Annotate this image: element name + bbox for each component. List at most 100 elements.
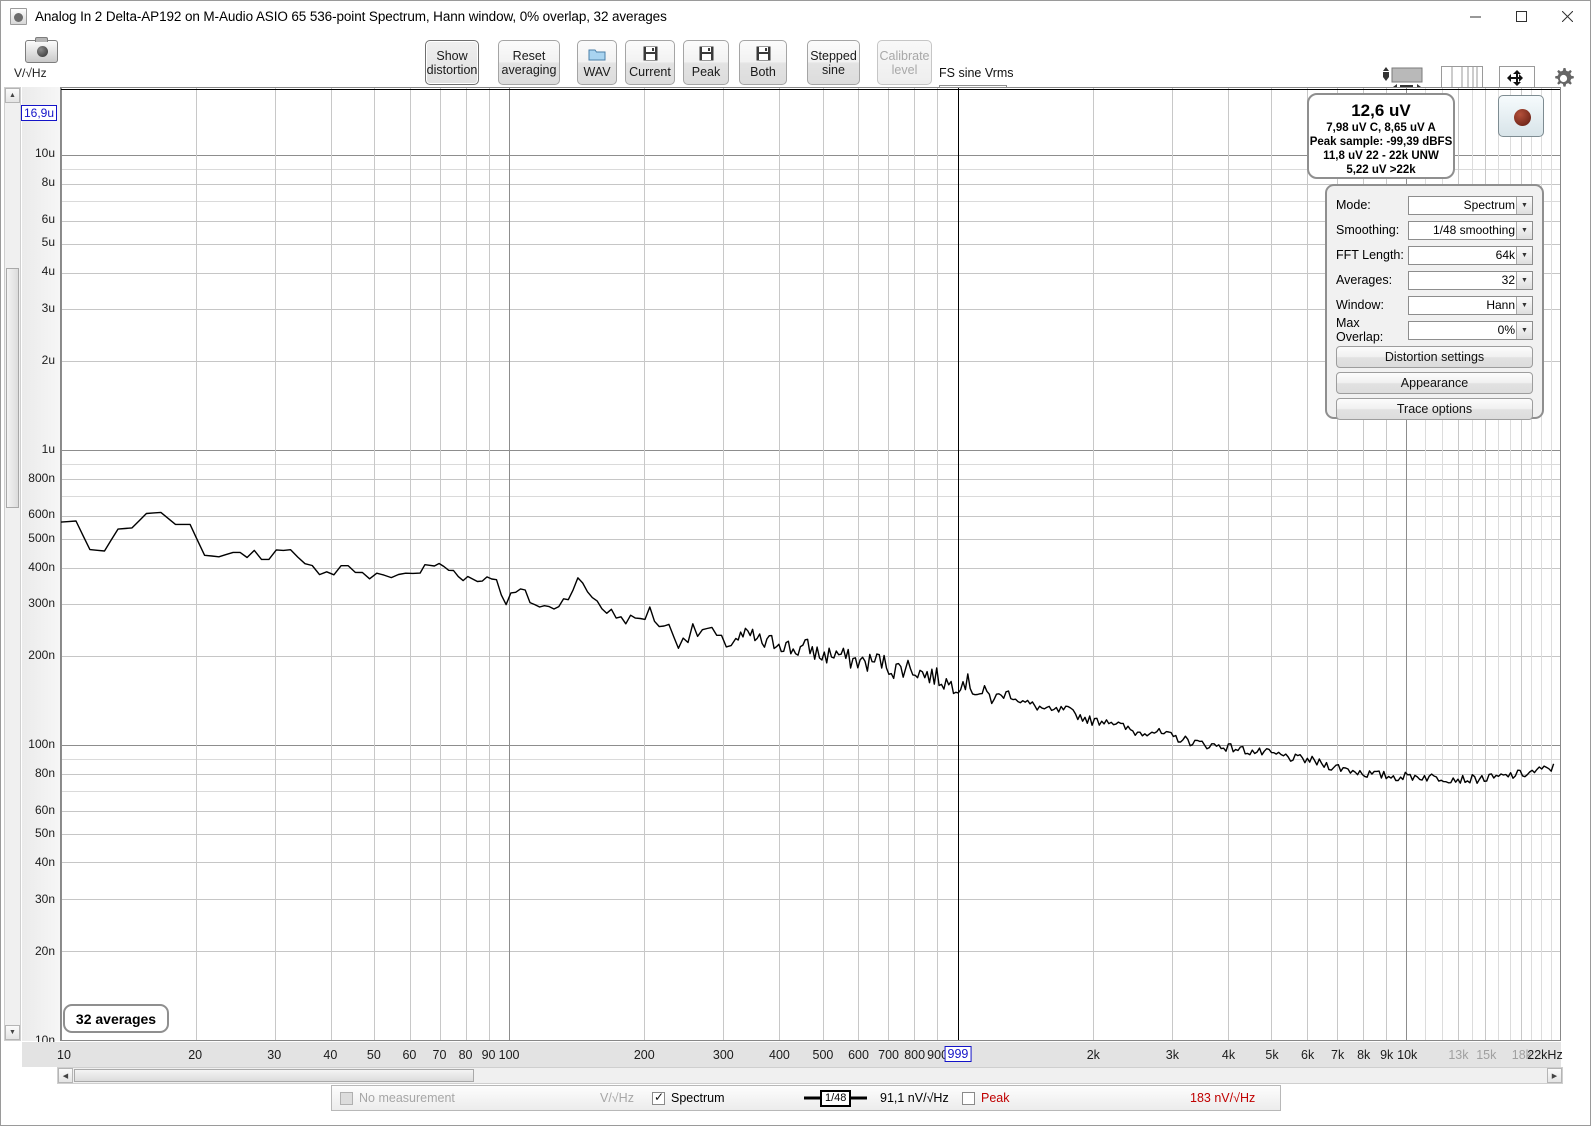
- max-overlap-label: Max Overlap:: [1336, 316, 1384, 344]
- averages-value: 32: [1501, 273, 1515, 287]
- scroll-down-button[interactable]: ▼: [5, 1025, 20, 1040]
- max-overlap-select[interactable]: 0% ▼: [1408, 320, 1533, 340]
- smoothing-label: Smoothing:: [1336, 223, 1400, 237]
- readout-main-value: 12,6 uV: [1351, 101, 1411, 120]
- camera-icon[interactable]: [25, 37, 58, 63]
- trace-options-button[interactable]: Trace options: [1336, 398, 1533, 420]
- spectrum-settings-panel: Mode: Spectrum ▼ Smoothing: 1/48 smoothi…: [1325, 184, 1544, 420]
- record-button[interactable]: [1498, 95, 1544, 137]
- x-tick-label: 400: [769, 1048, 790, 1062]
- status-bar: No measurement V/√Hz Spectrum 1/48 91,1 …: [331, 1085, 1281, 1111]
- appearance-button[interactable]: Appearance: [1336, 372, 1533, 394]
- save-icon: [756, 46, 771, 64]
- chevron-down-icon[interactable]: ▼: [1516, 221, 1532, 239]
- maximize-button[interactable]: [1498, 1, 1544, 32]
- spectrum-item[interactable]: Spectrum: [652, 1090, 725, 1105]
- x-tick-label: 22kHz: [1527, 1048, 1563, 1062]
- calibrate-level-line2: level: [891, 62, 918, 77]
- reset-averaging-line2: averaging: [501, 62, 557, 77]
- peak-button[interactable]: Peak: [683, 40, 729, 85]
- x-tick-label: 200: [633, 1048, 655, 1062]
- horizontal-scroll-thumb[interactable]: [74, 1069, 474, 1082]
- save-icon: [643, 46, 658, 64]
- averages-label: Averages:: [1336, 273, 1393, 287]
- max-overlap-value: 0%: [1497, 323, 1515, 337]
- readout-peak-sample: Peak sample: -99,39 dBFS: [1309, 136, 1453, 148]
- peak-item[interactable]: Peak: [962, 1091, 1010, 1105]
- title-bar: Analog In 2 Delta-AP192 on M-Audio ASIO …: [1, 1, 1590, 32]
- setting-row-window: Window: Hann ▼: [1336, 293, 1533, 317]
- x-tick-label: 60: [402, 1048, 417, 1062]
- scroll-right-button[interactable]: ▶: [1547, 1068, 1562, 1083]
- setting-row-max-overlap: Max Overlap: 0% ▼: [1336, 316, 1533, 344]
- setting-row-fft-length: FFT Length: 64k ▼: [1336, 243, 1533, 267]
- readout-weighted-values: 7,98 uV C, 8,65 uV A: [1326, 122, 1436, 134]
- scroll-left-button[interactable]: ◀: [58, 1068, 73, 1083]
- window-select[interactable]: Hann ▼: [1408, 295, 1533, 315]
- minimize-button[interactable]: [1452, 1, 1498, 32]
- y-tick-label: 2u: [41, 352, 55, 367]
- current-label: Current: [629, 65, 671, 79]
- spectrum-analyzer-window: Analog In 2 Delta-AP192 on M-Audio ASIO …: [0, 0, 1591, 1126]
- y-tick-label: 10u: [34, 146, 55, 161]
- window-title: Analog In 2 Delta-AP192 on M-Audio ASIO …: [35, 9, 667, 24]
- y-tick-label: 20n: [34, 944, 55, 959]
- fft-length-label: FFT Length:: [1336, 248, 1404, 262]
- y-cursor-label: 16,9u: [20, 105, 57, 121]
- toolbar-units-label: V/√Hz: [14, 66, 47, 80]
- x-tick-label: 7k: [1331, 1048, 1345, 1062]
- show-distortion-line1: Show: [436, 48, 468, 63]
- x-tick-label: 2k: [1086, 1048, 1100, 1062]
- mode-select[interactable]: Spectrum ▼: [1408, 195, 1533, 215]
- window-controls: [1452, 1, 1590, 32]
- show-distortion-button[interactable]: Show distortion: [425, 40, 479, 85]
- no-measurement-item[interactable]: No measurement: [340, 1091, 455, 1105]
- x-tick-label: 13k: [1448, 1048, 1469, 1062]
- smoothing-select[interactable]: 1/48 smoothing ▼: [1408, 220, 1533, 240]
- chevron-down-icon[interactable]: ▼: [1516, 296, 1532, 314]
- x-tick-label: 5k: [1265, 1048, 1279, 1062]
- y-tick-label: 8u: [41, 174, 55, 189]
- stepped-sine-button[interactable]: Stepped sine: [807, 40, 860, 85]
- close-button[interactable]: [1544, 1, 1590, 32]
- y-tick-label: 30n: [34, 891, 55, 906]
- chevron-down-icon[interactable]: ▼: [1516, 321, 1532, 339]
- wav-button[interactable]: WAV: [577, 40, 617, 85]
- both-button[interactable]: Both: [739, 40, 787, 85]
- spectrum-checkbox[interactable]: [652, 1090, 665, 1105]
- peak-checkbox[interactable]: [962, 1091, 975, 1105]
- show-distortion-line2: distortion: [426, 62, 478, 77]
- y-tick-label: 500n: [28, 530, 55, 545]
- vertical-scroll-thumb[interactable]: [6, 268, 19, 508]
- x-tick-label: 30: [267, 1048, 282, 1062]
- vertical-scrollbar[interactable]: ▲ ▼: [4, 87, 21, 1041]
- horizontal-scrollbar[interactable]: ◀ ▶: [57, 1067, 1563, 1084]
- y-tick-label: 1u: [41, 441, 55, 456]
- peak-value: 183 nV/√Hz: [1190, 1091, 1256, 1105]
- setting-row-mode: Mode: Spectrum ▼: [1336, 193, 1533, 217]
- fft-length-select[interactable]: 64k ▼: [1408, 245, 1533, 265]
- calibrate-level-button[interactable]: Calibrate level: [877, 40, 932, 85]
- current-button[interactable]: Current: [625, 40, 675, 85]
- no-measurement-checkbox[interactable]: [340, 1091, 353, 1105]
- window-label: Window:: [1336, 298, 1384, 312]
- fs-sine-vrms-label: FS sine Vrms: [939, 66, 1014, 80]
- averages-select[interactable]: 32 ▼: [1408, 270, 1533, 290]
- distortion-settings-button[interactable]: Distortion settings: [1336, 346, 1533, 368]
- spectrum-label: Spectrum: [671, 1091, 725, 1105]
- x-tick-label: 600: [848, 1048, 869, 1062]
- readout-above-22k: 5,22 uV >22k: [1346, 164, 1416, 176]
- mode-label: Mode:: [1336, 198, 1371, 212]
- scroll-up-button[interactable]: ▲: [5, 88, 20, 103]
- peak-label: Peak: [691, 65, 721, 79]
- chevron-down-icon[interactable]: ▼: [1516, 246, 1532, 264]
- x-tick-label: 100: [498, 1048, 520, 1062]
- y-tick-label: 100n: [28, 737, 55, 752]
- chevron-down-icon[interactable]: ▼: [1516, 196, 1532, 214]
- x-tick-label: 20: [188, 1048, 203, 1062]
- chevron-down-icon[interactable]: ▼: [1516, 271, 1532, 289]
- reset-averaging-button[interactable]: Reset averaging: [498, 40, 560, 85]
- x-tick-label: 700: [878, 1048, 900, 1062]
- spectrum-app-icon: [10, 8, 27, 25]
- spectrum-value: 91,1 nV/√Hz: [880, 1091, 949, 1105]
